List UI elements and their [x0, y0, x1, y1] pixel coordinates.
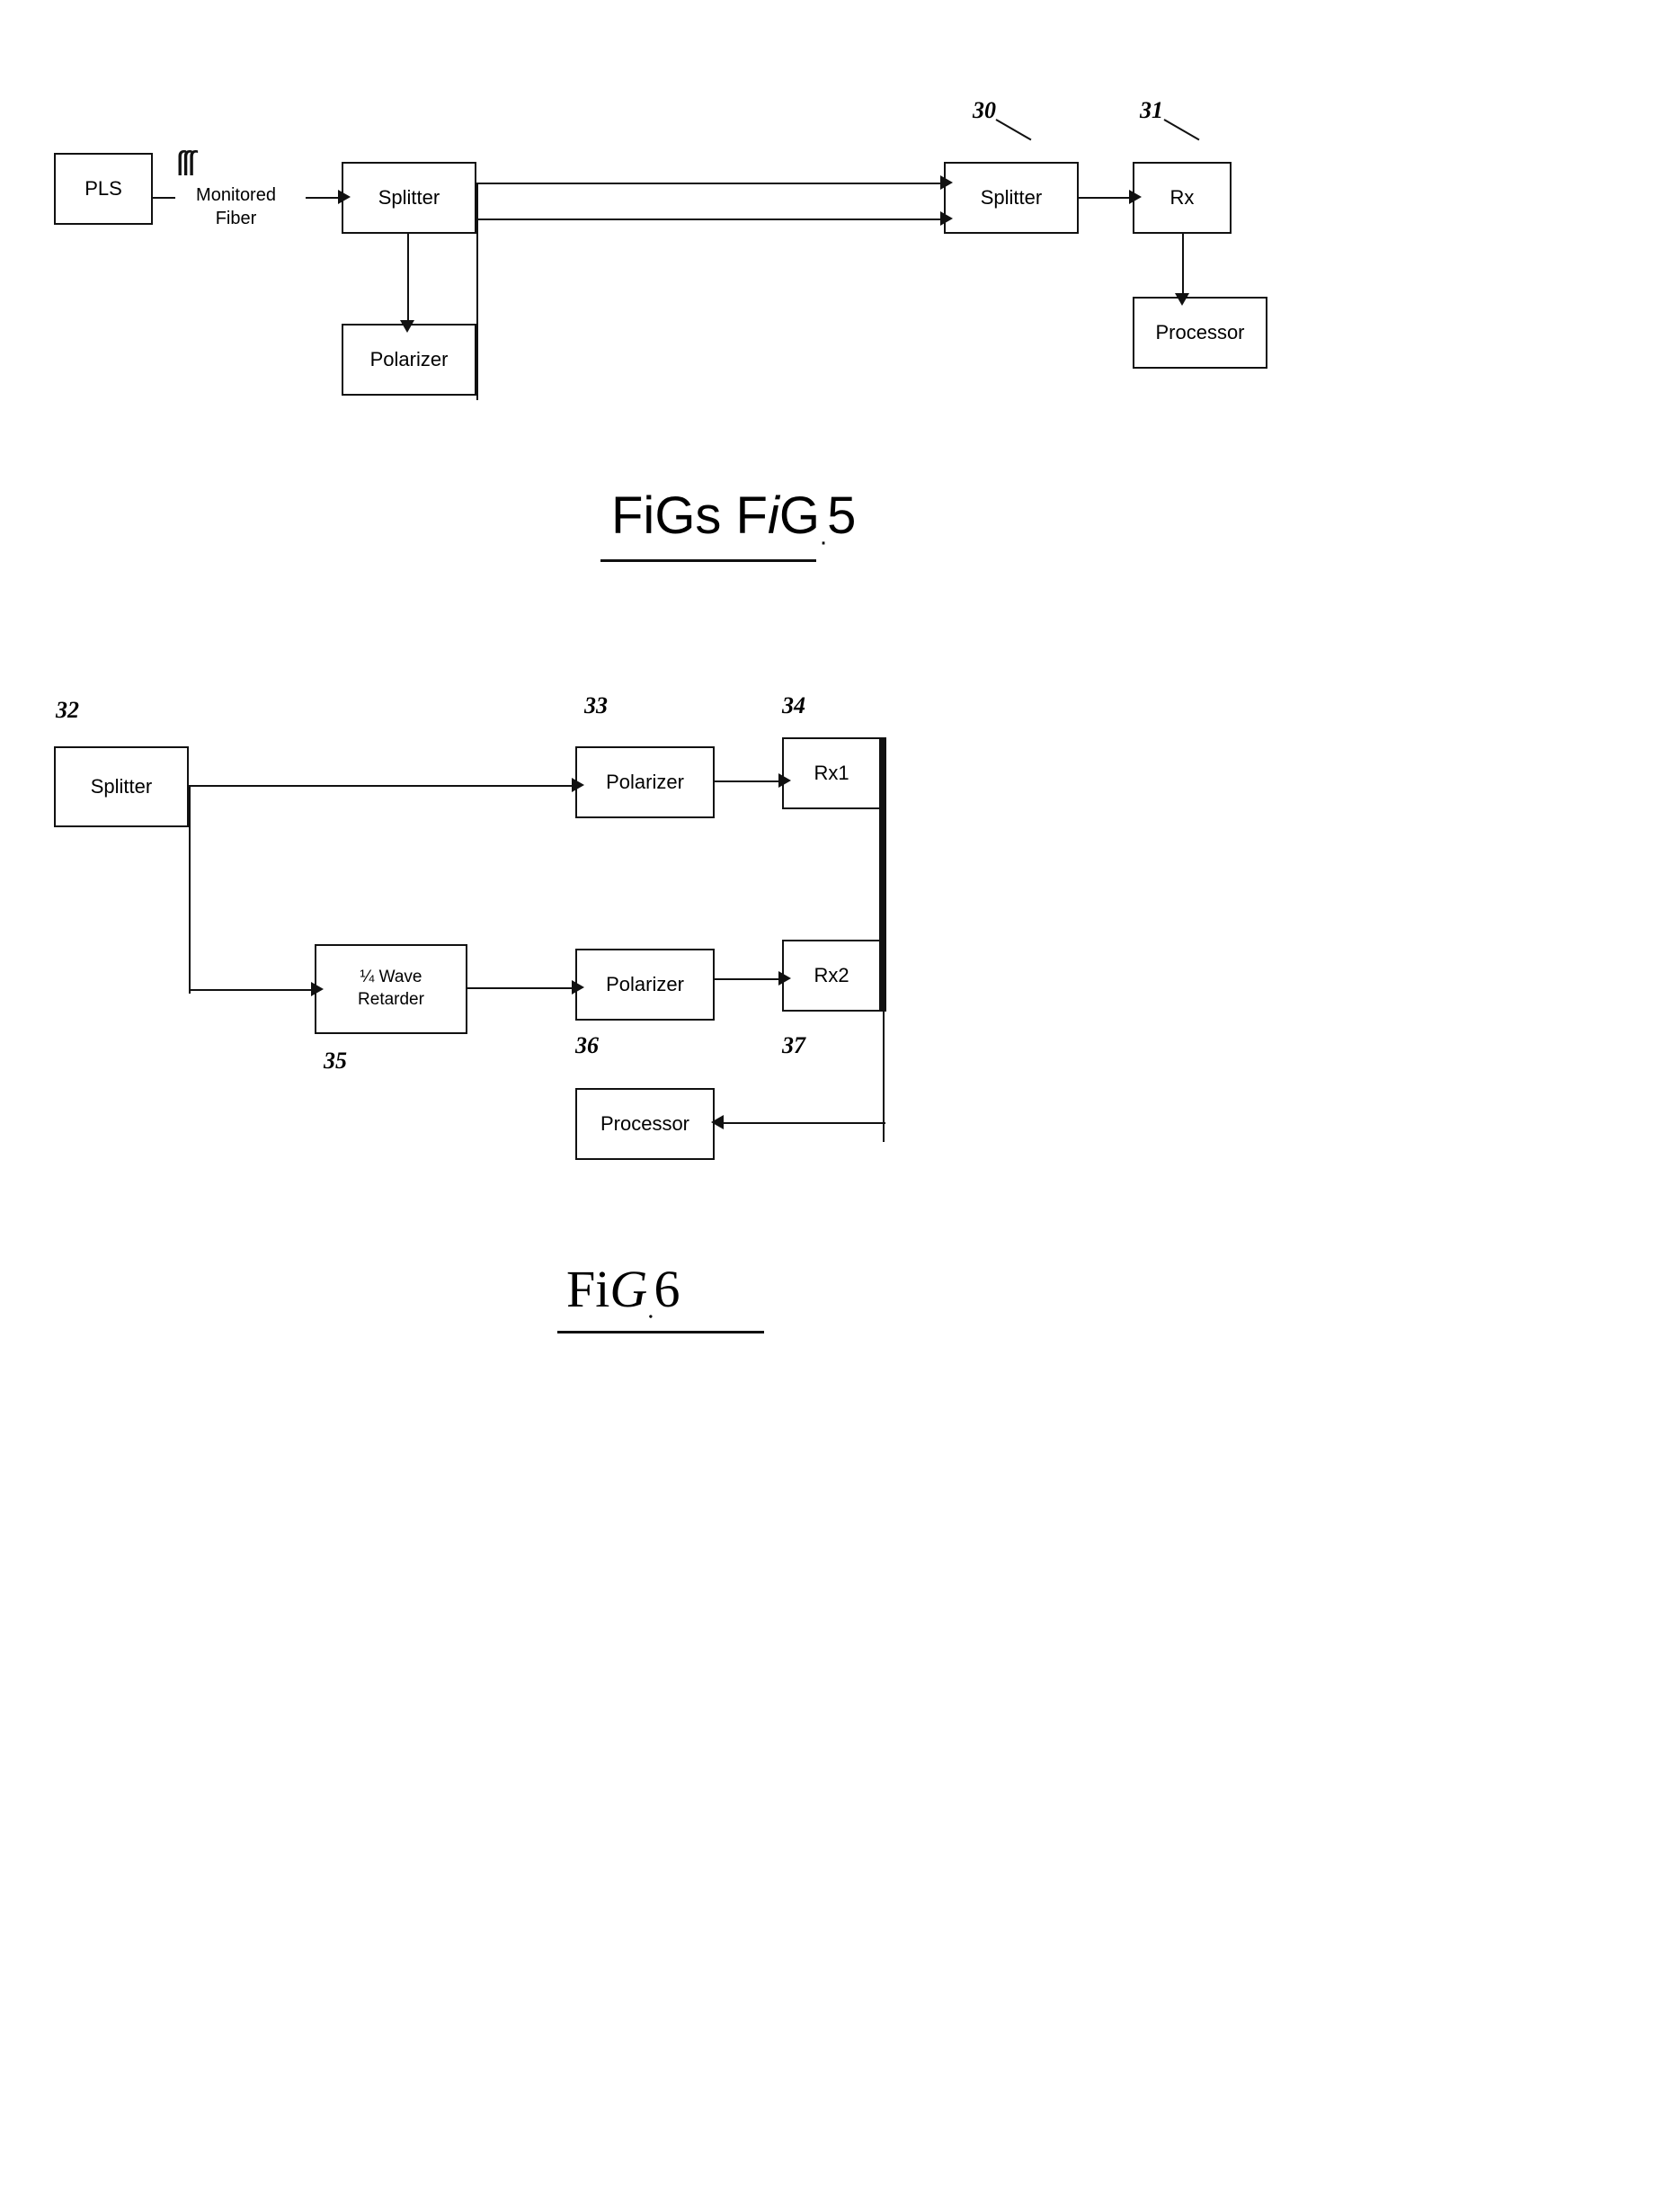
rx-vertical-bar	[879, 737, 886, 1012]
ref-30: 30	[973, 97, 996, 124]
polarizer-bot-label: Polarizer	[606, 972, 684, 998]
pls-label: PLS	[84, 176, 122, 202]
polarizer-bot-box: Polarizer	[575, 949, 715, 1021]
line-splitter2-rx	[1079, 197, 1133, 199]
line-to-processor-fig6	[715, 1122, 885, 1124]
fig5-title: FiGs FiG.5	[611, 486, 856, 552]
line-coil-splitter1	[306, 197, 342, 199]
arrow-30-line	[996, 119, 1032, 140]
monitored-fiber-label: Monitored Fiber	[196, 183, 276, 230]
processor1-label: Processor	[1155, 320, 1244, 346]
rx1-label: Rx1	[814, 761, 849, 787]
ref-31: 31	[1140, 97, 1163, 124]
splitter1-box: Splitter	[342, 162, 476, 234]
line-polarizer-top-rx1	[715, 780, 782, 782]
splitter1-label: Splitter	[378, 185, 440, 211]
line-splitter-top-branch	[189, 785, 575, 787]
ref-33: 33	[584, 692, 608, 719]
arrow-to-splitter2	[940, 175, 953, 190]
rx2-box: Rx2	[782, 940, 881, 1012]
ref-35-label: 35	[324, 1048, 347, 1074]
monitored-fiber-box: Monitored Fiber	[166, 175, 306, 238]
arrow-to-retarder	[311, 982, 324, 996]
ref-30-label: 30	[973, 97, 996, 123]
arrow-to-polarizer-bot	[572, 980, 584, 995]
splitter2-label: Splitter	[981, 185, 1042, 211]
arrow-to-splitter1	[338, 190, 351, 204]
arrow-to-rx1	[778, 773, 791, 788]
line-splitter1-down	[476, 184, 478, 400]
arrow-to-processor-fig6	[711, 1115, 724, 1129]
arrow-to-polarizer-top	[572, 778, 584, 792]
ref-34: 34	[782, 692, 805, 719]
fig6-underline	[557, 1331, 764, 1333]
ref-31-label: 31	[1140, 97, 1163, 123]
processor-fig6-label: Processor	[600, 1111, 689, 1137]
splitter-fig6-box: Splitter	[54, 746, 189, 827]
polarizer-top-label: Polarizer	[606, 770, 684, 796]
rx2-label: Rx2	[814, 963, 849, 989]
polarizer-top-box: Polarizer	[575, 746, 715, 818]
ref-33-label: 33	[584, 692, 608, 718]
processor1-box: Processor	[1133, 297, 1267, 369]
ref-36: 36	[575, 1032, 599, 1059]
splitter2-box: Splitter	[944, 162, 1079, 234]
rx1-box: Rx1	[782, 737, 881, 809]
line-splitter-down	[189, 787, 191, 994]
line-rx2-bar	[881, 978, 883, 980]
ref-37: 37	[782, 1032, 805, 1059]
arrow-to-polarizer	[400, 320, 414, 333]
arrow-to-rx2	[778, 971, 791, 986]
processor-fig6-box: Processor	[575, 1088, 715, 1160]
line-rx-processor	[1182, 234, 1184, 297]
arrow-31-line	[1164, 119, 1200, 140]
ref-34-label: 34	[782, 692, 805, 718]
polarizer1-label: Polarizer	[370, 347, 449, 373]
fig6-title-text: FiG.6	[566, 1259, 680, 1325]
line-splitter1-splitter2-top	[476, 183, 944, 184]
rx-box: Rx	[1133, 162, 1232, 234]
ref-32: 32	[56, 697, 79, 724]
arrow-to-processor1	[1175, 293, 1189, 306]
line-to-polarizer	[407, 234, 409, 324]
line-pls-coil	[153, 197, 175, 199]
arrow-to-rx	[1129, 190, 1142, 204]
splitter-fig6-label: Splitter	[91, 774, 152, 800]
line-splitter1-lower-right	[476, 219, 944, 220]
wave-retarder-box: ¼ Wave Retarder	[315, 944, 467, 1034]
fig5-underline	[600, 559, 816, 562]
ref-35: 35	[324, 1048, 347, 1075]
ref-32-label: 32	[56, 697, 79, 723]
ref-36-label: 36	[575, 1032, 599, 1058]
line-retarder-polarizer	[467, 987, 575, 989]
polarizer1-box: Polarizer	[342, 324, 476, 396]
rx-label: Rx	[1170, 185, 1195, 211]
pls-box: PLS	[54, 153, 153, 225]
fig5-title-text: FiGs	[611, 486, 721, 545]
line-polarizer-bot-rx2	[715, 978, 782, 980]
arrow-to-splitter2-lower	[940, 211, 953, 226]
line-to-retarder	[189, 989, 315, 991]
wave-retarder-label: ¼ Wave Retarder	[358, 967, 424, 1011]
ref-37-label: 37	[782, 1032, 805, 1058]
